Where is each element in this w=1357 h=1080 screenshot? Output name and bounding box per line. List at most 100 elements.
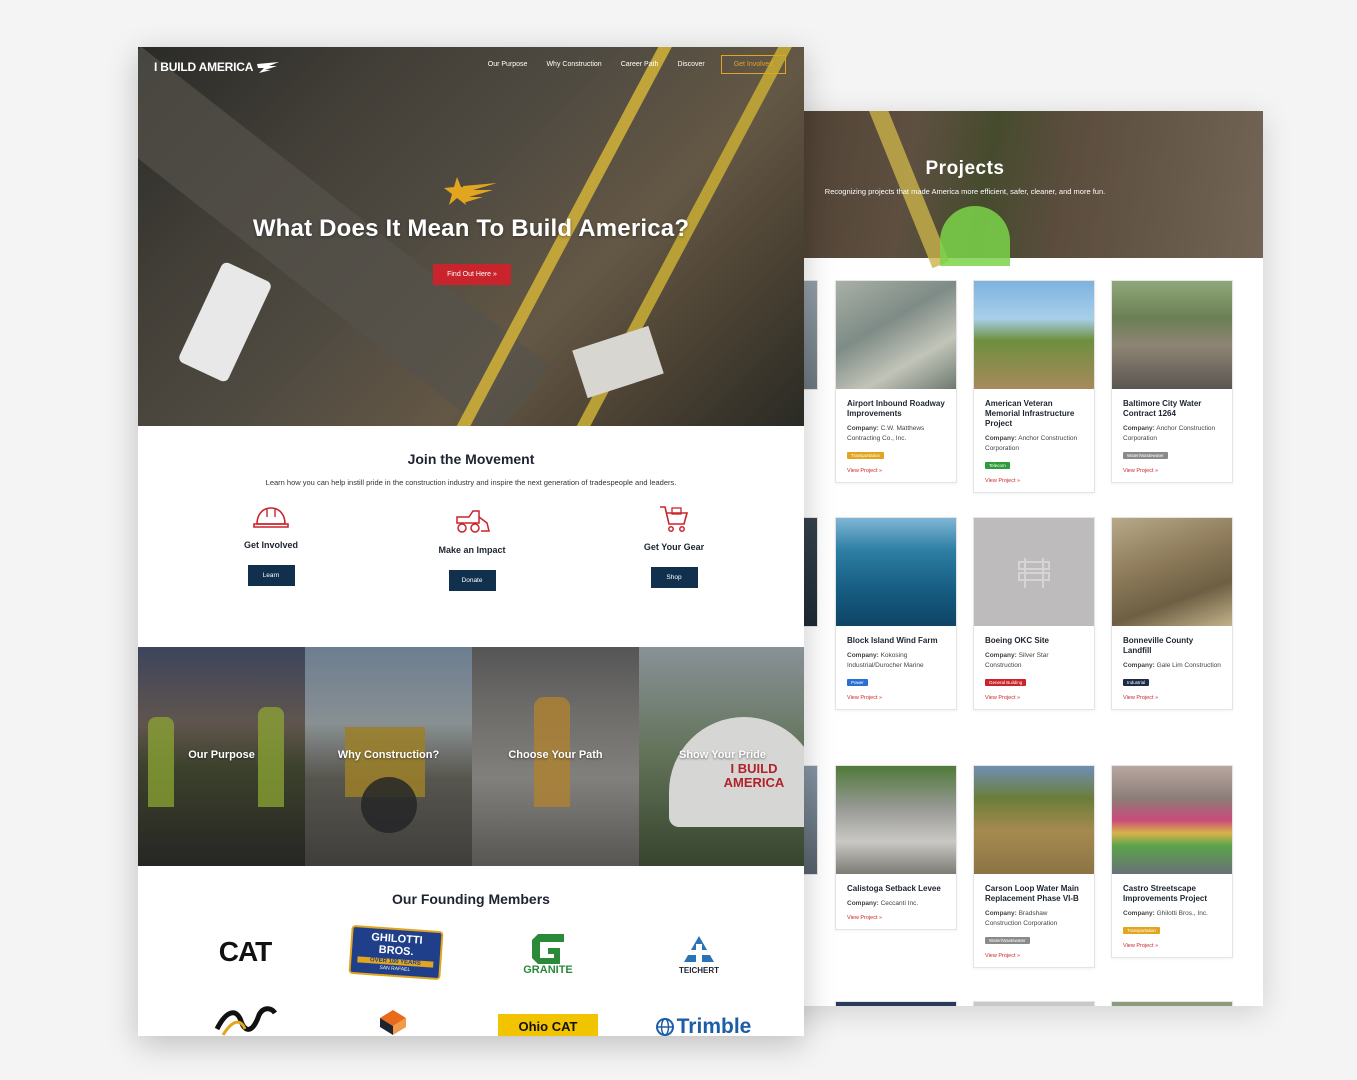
feature-label: Get Your Gear [643,542,705,552]
tile-label: Our Purpose [188,749,255,761]
join-title: Join the Movement [407,451,535,467]
projects-hero: Projects Recognizing projects that made … [760,111,1263,269]
project-name: Calistoga Setback Levee [847,884,941,893]
ohio-cat-logo[interactable]: Ohio CAT [498,1013,598,1036]
project-thumbnail [836,766,956,874]
project-card[interactable]: Block Island Wind Farm Company: Kokosing… [835,517,957,710]
project-card[interactable]: Airport Inbound Roadway Improvements Com… [835,280,957,483]
project-card[interactable] [835,1001,957,1006]
hero-worker-image [940,206,1010,266]
trimble-globe-icon [655,1018,674,1036]
tile-label: Show Your Pride [679,749,766,761]
swirl-logo[interactable] [210,1002,280,1036]
hard-hat-icon [253,507,289,528]
tile-why-construction[interactable]: Why Construction? [305,647,472,866]
feature-make-impact: Make an Impact Donate [412,507,532,591]
feature-label: Make an Impact [438,545,506,555]
project-category-badge: Power [847,679,868,686]
main-nav: Our Purpose Why Construction Career Path… [469,55,786,74]
nav-why-construction[interactable]: Why Construction [546,61,601,68]
project-category-badge: General Building [985,679,1027,686]
project-company: Company: Anchor Construction Corporation [985,435,1078,452]
project-card[interactable]: Castro Streetscape Improvements Project … [1111,765,1233,958]
logo-text: I BUILD AMERICA [154,60,254,74]
project-name: Block Island Wind Farm [847,636,938,645]
shop-button[interactable]: Shop [650,567,698,588]
shopping-cart-icon [660,506,689,532]
project-card[interactable]: Bonneville County Landfill Company: Gale… [1111,517,1233,710]
project-company: Company: Ghilotti Bros., Inc. [1123,910,1208,917]
tile-choose-path[interactable]: Choose Your Path [472,647,639,866]
find-out-here-button[interactable]: Find Out Here » [433,264,511,285]
project-thumbnail [1112,281,1232,389]
tile-our-purpose[interactable]: Our Purpose [138,647,305,866]
tile-label: Choose Your Path [508,749,603,761]
swirl-mark-icon [214,1006,277,1036]
view-project-link[interactable]: View Project » [847,915,946,921]
project-name: Castro Streetscape Improvements Project [1123,884,1208,903]
project-card[interactable]: Boeing OKC Site Company: Silver Star Con… [973,517,1095,710]
orange-cube-icon [380,1010,406,1035]
project-card[interactable]: American Veteran Memorial Infrastructure… [973,280,1095,493]
project-thumbnail [836,518,956,626]
view-project-link[interactable]: View Project » [985,695,1084,701]
view-project-link[interactable]: View Project » [847,695,946,701]
mockup-stage: Projects Recognizing projects that made … [0,0,1357,1080]
get-involved-button[interactable]: Get Involved [720,55,786,74]
orange-cube-logo[interactable] [338,1005,448,1036]
site-logo[interactable]: I BUILD AMERICA [154,60,281,74]
project-category-badge: Water/Wastewater [1123,452,1168,459]
project-card[interactable] [973,1001,1095,1006]
nav-our-purpose[interactable]: Our Purpose [488,61,528,68]
nav-discover[interactable]: Discover [677,61,704,68]
skid-steer-icon [456,510,490,533]
teichert-logo[interactable]: TEICHERT [663,927,735,981]
project-company: Company: Kokosing Industrial/Durocher Ma… [847,652,924,669]
projects-page: Projects Recognizing projects that made … [760,111,1263,1006]
trimble-logo[interactable]: Trimble [643,1013,763,1036]
projects-title: Projects [925,158,1005,179]
project-name: Boeing OKC Site [985,636,1050,645]
hero-title: What Does It Mean To Build America? [252,215,690,242]
project-thumbnail [836,281,956,389]
feature-get-gear: Get Your Gear Shop [614,504,734,588]
granite-logo[interactable]: GRANITE [508,925,588,981]
teichert-triangle-icon [684,935,714,962]
barrier-icon [1018,558,1050,588]
project-category-badge: Transportation [847,452,884,459]
feature-label: Get Involved [243,540,298,550]
project-category-badge: Telecom [985,462,1010,469]
join-subtitle: Learn how you can help instill pride in … [265,478,677,487]
star-wing-emblem-icon [444,177,497,205]
nav-career-path[interactable]: Career Path [621,61,659,68]
tile-show-pride[interactable]: I BUILD AMERICA Show Your Pride [639,647,804,866]
hero-truck-image [177,260,273,384]
project-company: Company: Gale Lim Construction [1123,662,1221,669]
cat-logo[interactable]: CAT [210,927,280,977]
project-company: Company: Ceccanti Inc. [847,900,919,907]
view-project-link[interactable]: View Project » [985,478,1084,484]
project-category-badge: Transportation [1123,927,1160,934]
project-name: Baltimore City Water Contract 1264 [1123,399,1202,418]
view-project-link[interactable]: View Project » [985,953,1084,959]
project-company: Company: C.W. Matthews Contracting Co., … [847,425,925,442]
project-card[interactable]: Calistoga Setback Levee Company: Ceccant… [835,765,957,930]
learn-button[interactable]: Learn [247,565,295,586]
project-card[interactable] [1111,1001,1233,1006]
project-category-badge: Industrial [1123,679,1150,686]
project-card[interactable]: Baltimore City Water Contract 1264 Compa… [1111,280,1233,483]
project-company: Company: Anchor Construction Corporation [1123,425,1216,442]
hero-section: I BUILD AMERICA Our Purpose Why Construc… [138,47,804,426]
project-category-badge: Water/Wastewater [985,937,1030,944]
project-thumbnail [974,281,1094,389]
ghilotti-logo[interactable]: GHILOTTI BROS. OVER 100 YEARS SAN RAFAEL [348,924,444,980]
tile-label: Why Construction? [337,749,440,761]
project-thumbnail [1112,766,1232,874]
view-project-link[interactable]: View Project » [1123,943,1222,949]
donate-button[interactable]: Donate [448,570,496,591]
project-company: Company: Bradshaw Construction Corporati… [985,910,1058,927]
view-project-link[interactable]: View Project » [1123,468,1222,474]
view-project-link[interactable]: View Project » [1123,695,1222,701]
view-project-link[interactable]: View Project » [847,468,946,474]
project-card[interactable]: Carson Loop Water Main Replacement Phase… [973,765,1095,968]
